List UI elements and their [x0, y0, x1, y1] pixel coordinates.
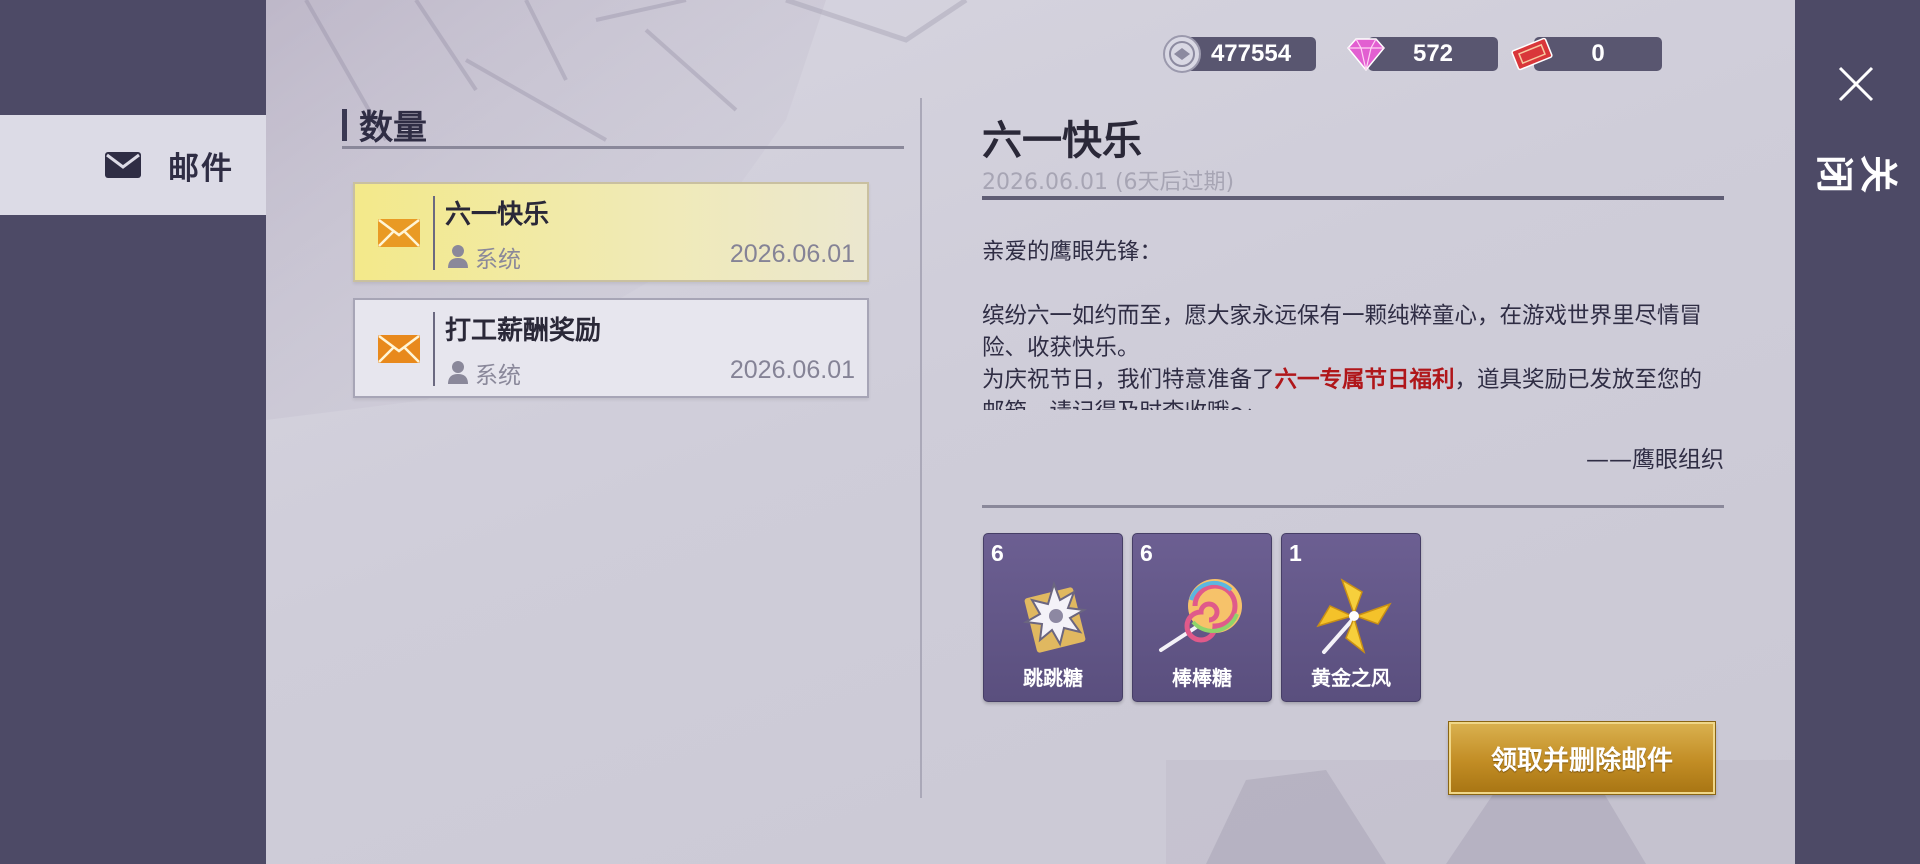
- popping-candy-icon: [1022, 580, 1088, 653]
- reward-count: 6: [1140, 540, 1153, 566]
- close-button[interactable]: 关闭: [1812, 154, 1900, 194]
- mail-item-date: 2026.06.01: [729, 356, 855, 384]
- lollipop-icon: [1159, 579, 1242, 652]
- reward-count: 1: [1289, 540, 1302, 566]
- mail-item-salary[interactable]: 打工薪酬奖励 系统 2026.06.01: [353, 298, 869, 398]
- mail-item-divider: [433, 196, 435, 270]
- mail-panel: 477554 572 0 数量 六一快乐 系统 2026.06.01 打工薪酬奖…: [266, 0, 1795, 864]
- claim-and-delete-button[interactable]: 领取并删除邮件: [1449, 722, 1715, 794]
- mail-paragraph-2-start: 为庆祝节日，我们特意准备了: [982, 367, 1275, 393]
- mail-item-title: 打工薪酬奖励: [445, 316, 602, 346]
- mail-list-rule: [342, 146, 904, 149]
- tab-mail-label: 邮件: [168, 150, 234, 187]
- close-icon[interactable]: [1834, 62, 1878, 106]
- reward-item-golden-wind[interactable]: 1 黄金之风: [1281, 533, 1421, 702]
- reward-name: 黄金之风: [1311, 666, 1391, 690]
- ticket-icon: [1511, 37, 1553, 71]
- currency-diamond: 572: [1344, 34, 1504, 72]
- right-close-rail: [1795, 0, 1920, 864]
- detail-body-rule: [982, 505, 1724, 508]
- mail-detail-title: 六一快乐: [982, 118, 1142, 164]
- mail-item-date: 2026.06.01: [729, 240, 855, 268]
- mail-paragraph-2: 为庆祝节日，我们特意准备了六一专属节日福利，道具奖励已发放至您的邮箱，请记得及时…: [982, 364, 1712, 410]
- detail-title-rule: [982, 196, 1724, 200]
- mail-detail-date: 2026.06.01 (6天后过期): [982, 170, 1235, 195]
- mail-icon: [105, 152, 141, 178]
- mail-item-liuyi[interactable]: 六一快乐 系统 2026.06.01: [353, 182, 869, 282]
- mail-item-divider: [433, 312, 435, 386]
- reward-name: 棒棒糖: [1172, 666, 1232, 690]
- currency-coin: 477554: [1162, 34, 1332, 73]
- mail-item-title: 六一快乐: [445, 200, 550, 230]
- golden-pinwheel-icon: [1316, 578, 1392, 655]
- coin-icon: [1163, 35, 1201, 73]
- mail-list-header: 数量: [342, 100, 427, 149]
- mail-item-sender: 系统: [475, 363, 521, 389]
- mail-signature: ——鹰眼组织: [1586, 447, 1724, 473]
- envelope-icon: [378, 219, 420, 247]
- mail-highlight-text: 六一专属节日福利: [1274, 367, 1455, 393]
- mail-body-scroll[interactable]: 亲爱的鹰眼先锋： 缤纷六一如约而至，愿大家永远保有一颗纯粹童心，在游戏世界里尽情…: [982, 236, 1712, 410]
- header-accent-bar: [342, 108, 347, 141]
- reward-name: 跳跳糖: [1023, 666, 1083, 690]
- envelope-icon: [378, 335, 420, 363]
- mail-list-header-label: 数量: [359, 108, 427, 148]
- mail-greeting: 亲爱的鹰眼先锋：: [982, 239, 1163, 265]
- diamond-icon: [1347, 38, 1385, 72]
- reward-count: 6: [991, 540, 1004, 566]
- tab-mail[interactable]: 邮件: [0, 115, 266, 215]
- panel-divider: [920, 98, 922, 798]
- user-icon: [448, 361, 468, 384]
- mail-paragraph-1: 缤纷六一如约而至，愿大家永远保有一颗纯粹童心，在游戏世界里尽情冒险、收获快乐。: [982, 303, 1703, 361]
- user-icon: [448, 245, 468, 268]
- reward-item-popping-candy[interactable]: 6 跳跳糖: [983, 533, 1123, 702]
- currency-ticket: 0: [1510, 34, 1670, 72]
- mail-item-sender: 系统: [475, 247, 521, 273]
- reward-item-lollipop[interactable]: 6 棒棒糖: [1132, 533, 1272, 702]
